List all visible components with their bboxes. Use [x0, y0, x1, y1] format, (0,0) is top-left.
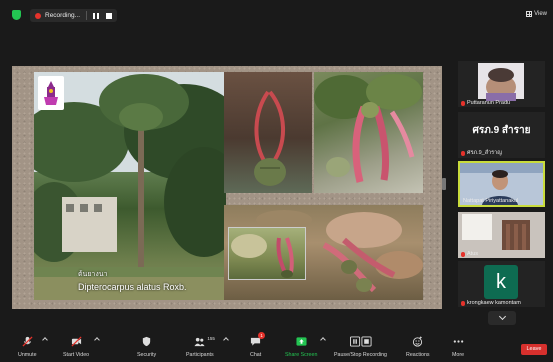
- university-logo: [38, 76, 64, 110]
- participants-icon: 155: [194, 336, 215, 347]
- fallen-fruits-photo: [224, 205, 423, 300]
- participant-tile[interactable]: k krongkaew kamontam: [458, 261, 545, 307]
- recording-indicator: Recording...: [30, 9, 118, 22]
- caption-species: Dipterocarpus alatus Roxb.: [78, 282, 187, 292]
- share-options-caret[interactable]: [320, 337, 326, 343]
- unmute-label: Unmute: [18, 352, 37, 358]
- participant-tile-active-speaker[interactable]: Nattapat Piriyattanakul: [458, 161, 545, 207]
- participant-name-label: krongkaew kamontam: [461, 300, 521, 306]
- shared-screen-slide: ต้นยางนา Dipterocarpus alatus Roxb.: [12, 66, 442, 309]
- record-dot-icon: [35, 12, 41, 19]
- unmute-button[interactable]: Unmute: [18, 336, 37, 358]
- participant-name-label: Atus: [461, 251, 478, 257]
- more-icon: [453, 340, 463, 343]
- chat-button[interactable]: 1 Chat: [250, 332, 266, 358]
- video-options-caret[interactable]: [94, 337, 100, 343]
- more-label: More: [452, 352, 465, 358]
- meeting-toolbar: Unmute Start Video Security 155 Particip…: [0, 330, 553, 362]
- top-bar: Recording... View: [0, 0, 553, 26]
- stop-icon[interactable]: [106, 12, 113, 19]
- start-video-button[interactable]: Start Video: [63, 336, 89, 358]
- security-button[interactable]: Security: [137, 336, 156, 358]
- chat-unread-badge: 1: [258, 332, 266, 339]
- view-button[interactable]: View: [526, 11, 547, 17]
- fruit-cluster-photo: [314, 72, 423, 193]
- start-video-label: Start Video: [63, 352, 90, 358]
- participants-label: Participants: [186, 352, 214, 358]
- security-label: Security: [137, 352, 157, 358]
- chat-label: Chat: [250, 352, 262, 358]
- share-screen-icon: [296, 337, 307, 346]
- inset-seedling-photo: [228, 227, 306, 280]
- participants-count: 155: [207, 336, 215, 341]
- participant-name: Nattapat Piriyattanakul: [463, 198, 519, 204]
- grid-view-icon: [526, 11, 533, 17]
- participants-button[interactable]: 155 Participants: [186, 336, 215, 358]
- video-off-icon: [71, 336, 82, 347]
- reactions-label: Reactions: [406, 352, 430, 358]
- crest-icon: [44, 81, 58, 105]
- participant-name: krongkaew kamontam: [467, 300, 521, 306]
- fruit-closeup-photo: [224, 72, 312, 193]
- participant-tile[interactable]: Puttaranun Pradu: [458, 61, 545, 107]
- avatar: k: [484, 265, 518, 299]
- participants-options-caret[interactable]: [223, 337, 229, 343]
- share-screen-label: Share Screen: [285, 352, 318, 358]
- microphone-muted-icon: [461, 100, 465, 106]
- microphone-muted-icon: [461, 150, 465, 156]
- tree-photo: ต้นยางนา Dipterocarpus alatus Roxb.: [34, 72, 226, 300]
- pause-stop-recording-label: Pause/Stop Recording: [334, 352, 388, 358]
- recording-label: Recording...: [45, 12, 81, 19]
- pause-stop-recording-icon: [349, 336, 372, 347]
- shield-security-icon: [142, 336, 151, 347]
- participant-name: Puttaranun Pradu: [467, 100, 511, 106]
- microphone-muted-icon: [461, 251, 465, 257]
- shield-icon[interactable]: [12, 10, 21, 20]
- participant-name: Atus: [467, 251, 479, 257]
- participant-name: ศรภ.9_สำราญ: [467, 150, 502, 156]
- chevron-down-icon: [498, 312, 506, 321]
- more-participants-button[interactable]: [488, 311, 516, 325]
- pause-icon[interactable]: [93, 12, 100, 19]
- slide-resize-handle[interactable]: [442, 178, 446, 190]
- caption-thai: ต้นยางนา: [78, 271, 108, 278]
- view-label: View: [534, 11, 547, 17]
- participant-name-label: Nattapat Piriyattanakul: [463, 198, 518, 204]
- leave-button[interactable]: Leave: [521, 344, 547, 355]
- zoom-meeting-window: Recording... View ต้นยางนา Dipterocarpus…: [0, 0, 553, 362]
- chat-icon: 1: [250, 332, 266, 347]
- participant-tile[interactable]: ศรภ.9 สำราย ศรภ.9_สำราญ: [458, 112, 545, 158]
- fruit-illustration: [254, 90, 286, 186]
- share-screen-button[interactable]: Share Screen: [285, 336, 317, 358]
- participant-tile[interactable]: Atus: [458, 212, 545, 258]
- reactions-button[interactable]: Reactions: [406, 336, 430, 358]
- seedling-illustration: [231, 234, 294, 278]
- participant-name-label: ศรภ.9_สำราญ: [461, 149, 502, 157]
- pause-stop-recording-button[interactable]: Pause/Stop Recording: [334, 336, 387, 358]
- reactions-icon: [413, 336, 423, 347]
- divider: [86, 11, 88, 20]
- participant-name-label: Puttaranun Pradu: [461, 100, 510, 106]
- people-icon: [194, 337, 205, 347]
- audio-options-caret[interactable]: [42, 337, 48, 343]
- microphone-muted-icon: [22, 336, 33, 347]
- participant-display-name: ศรภ.9 สำราย: [472, 125, 531, 136]
- microphone-muted-icon: [461, 300, 465, 306]
- fruit-cluster-illustration: [314, 74, 422, 183]
- more-button[interactable]: More: [452, 336, 464, 358]
